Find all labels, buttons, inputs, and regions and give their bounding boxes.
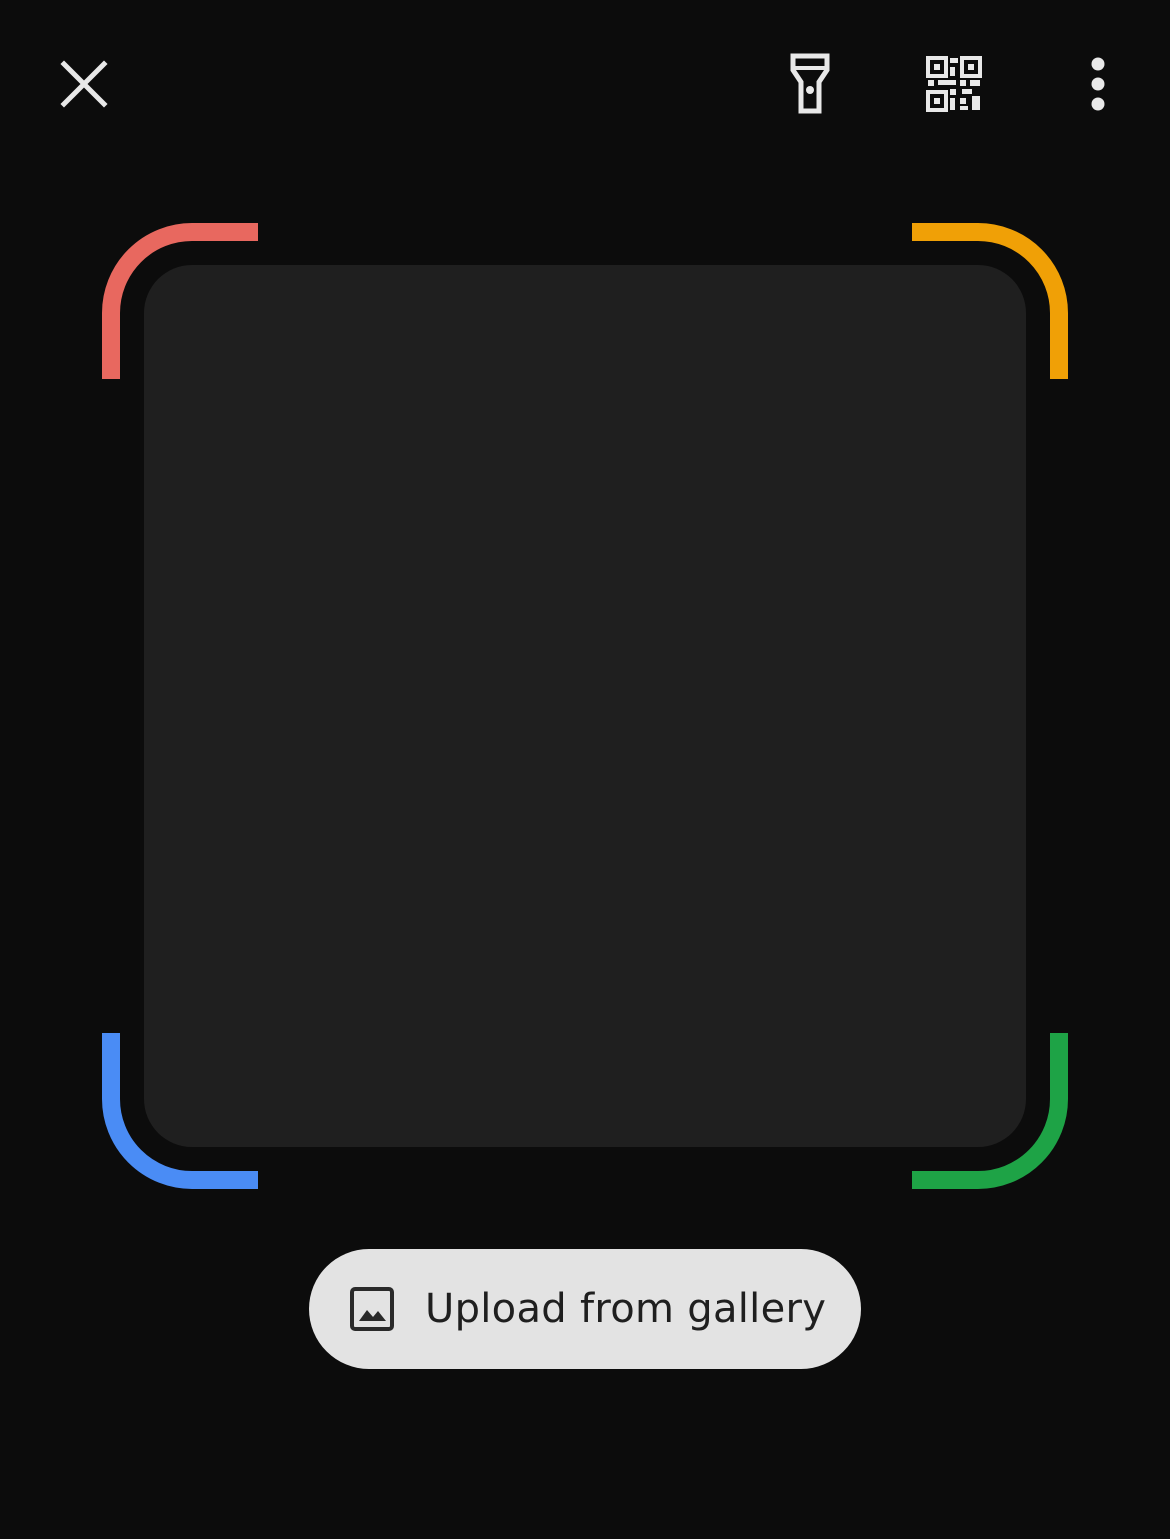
corner-bottom-right bbox=[912, 1033, 1068, 1189]
corner-bottom-left bbox=[102, 1033, 258, 1189]
corner-top-right bbox=[912, 223, 1068, 379]
scanner-screen: Upload from gallery bbox=[0, 0, 1170, 1539]
upload-from-gallery-button[interactable]: Upload from gallery bbox=[309, 1249, 861, 1369]
corner-top-left bbox=[102, 223, 258, 379]
image-icon bbox=[349, 1286, 395, 1332]
upload-button-label: Upload from gallery bbox=[425, 1286, 827, 1332]
